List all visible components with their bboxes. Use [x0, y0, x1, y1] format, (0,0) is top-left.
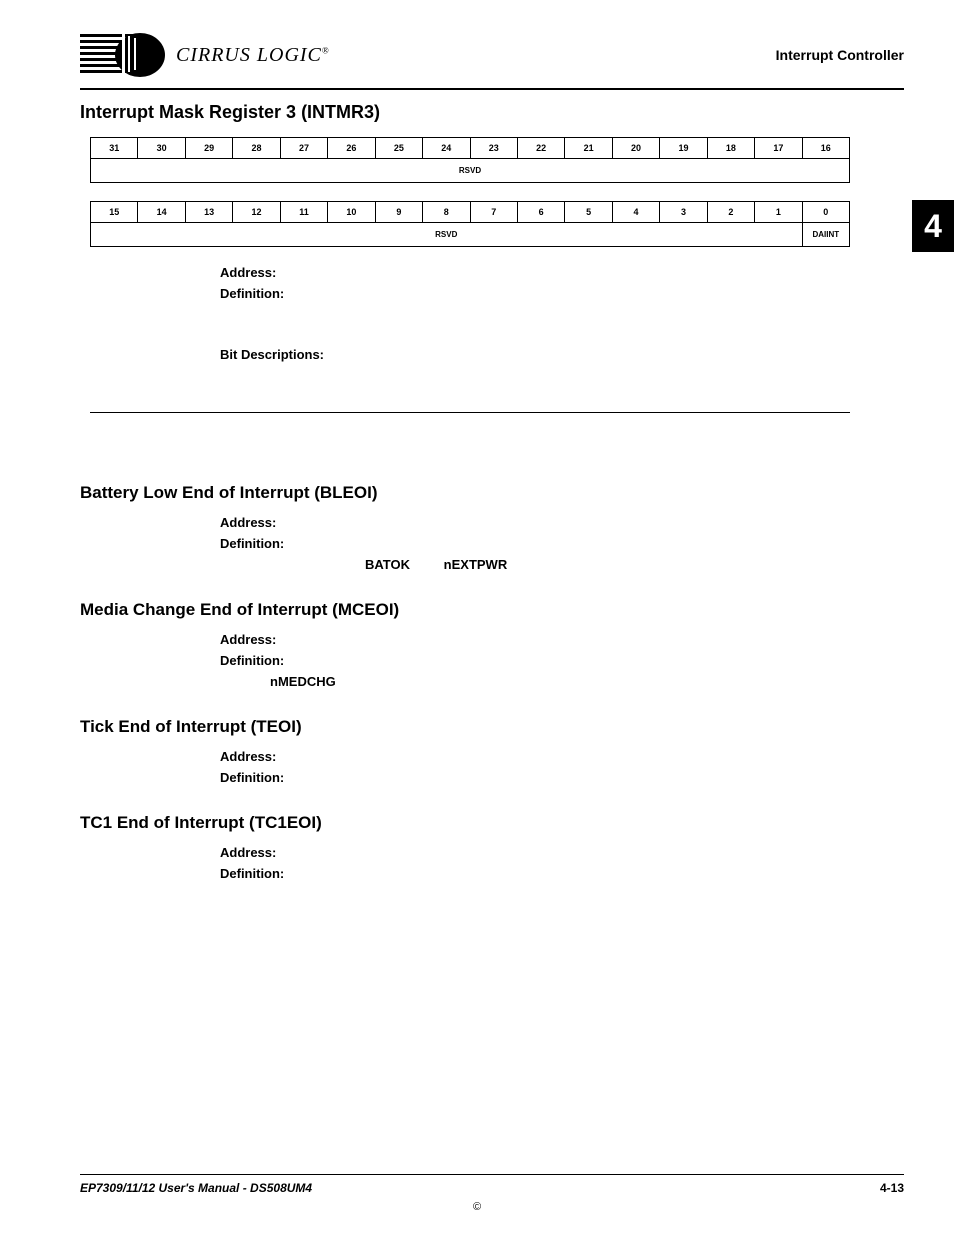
address-label: Address: — [220, 265, 904, 280]
address-label: Address: — [220, 632, 904, 647]
address-label: Address: — [220, 845, 904, 860]
tc1eoi-section: TC1 End of Interrupt (TC1EOI) Address: D… — [80, 813, 904, 881]
tc1eoi-title: TC1 End of Interrupt (TC1EOI) — [80, 813, 904, 833]
address-label: Address: — [220, 515, 904, 530]
mceoi-section: Media Change End of Interrupt (MCEOI) Ad… — [80, 600, 904, 689]
footer-copyright: © — [0, 1201, 954, 1213]
intmr3-details: Address: Definition: Bit Descriptions: — [220, 265, 904, 362]
bit-field-row: RSVD DAIINT — [91, 223, 850, 247]
definition-label: Definition: — [220, 653, 904, 668]
mceoi-title: Media Change End of Interrupt (MCEOI) — [80, 600, 904, 620]
bit-number-row: 15141312 111098 7654 3210 — [91, 202, 850, 223]
brand-logo: CIRRUS LOGIC® — [80, 30, 330, 80]
definition-label: Definition: — [220, 536, 904, 551]
page-header: CIRRUS LOGIC® Interrupt Controller — [80, 30, 904, 90]
definition-label: Definition: — [220, 770, 904, 785]
intmr3-bits-high-table: 31302928 27262524 23222120 19181716 RSVD — [90, 137, 850, 183]
teoi-title: Tick End of Interrupt (TEOI) — [80, 717, 904, 737]
intmr3-bits-low-table: 15141312 111098 7654 3210 RSVD DAIINT — [90, 201, 850, 247]
section-divider — [90, 412, 850, 413]
mceoi-keywords: nMEDCHG — [220, 674, 904, 689]
definition-label: Definition: — [220, 286, 904, 301]
chapter-thumb-tab: 4 — [912, 200, 954, 252]
intmr3-title: Interrupt Mask Register 3 (INTMR3) — [80, 102, 904, 123]
footer-manual-title: EP7309/11/12 User's Manual - DS508UM4 — [80, 1181, 312, 1195]
bleoi-keywords: BATOK nEXTPWR — [220, 557, 904, 572]
page-footer: EP7309/11/12 User's Manual - DS508UM4 4-… — [80, 1174, 904, 1195]
bit-number-row: 31302928 27262524 23222120 19181716 — [91, 138, 850, 159]
bleoi-title: Battery Low End of Interrupt (BLEOI) — [80, 483, 904, 503]
bit-field-row: RSVD — [91, 159, 850, 183]
logo-swoosh-icon — [80, 30, 170, 80]
registered-icon: ® — [322, 45, 330, 55]
header-section-label: Interrupt Controller — [776, 47, 904, 63]
address-label: Address: — [220, 749, 904, 764]
bleoi-section: Battery Low End of Interrupt (BLEOI) Add… — [80, 483, 904, 572]
teoi-section: Tick End of Interrupt (TEOI) Address: De… — [80, 717, 904, 785]
footer-page-number: 4-13 — [880, 1181, 904, 1195]
bit-descriptions-label: Bit Descriptions: — [220, 347, 904, 362]
logo-text: CIRRUS LOGIC® — [176, 44, 330, 67]
definition-label: Definition: — [220, 866, 904, 881]
